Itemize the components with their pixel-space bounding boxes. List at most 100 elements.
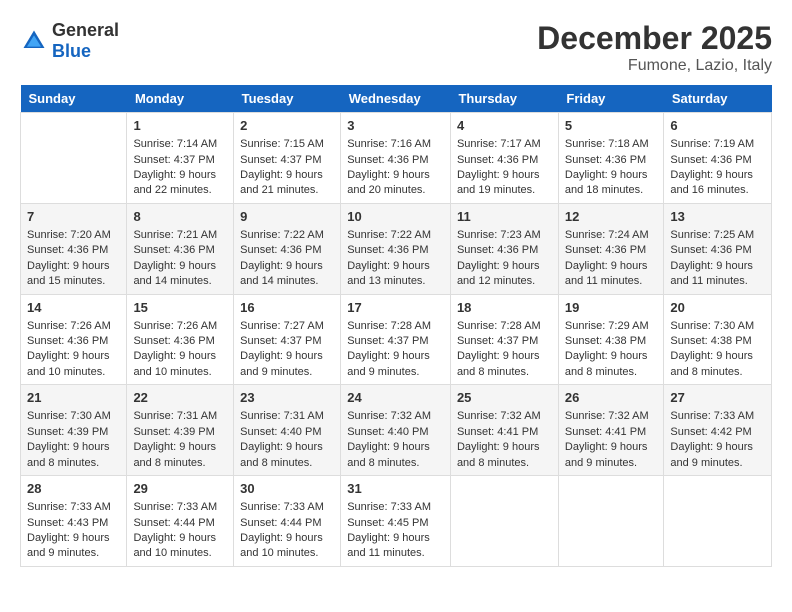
daylight: Daylight: 9 hours and 9 minutes. [240,350,323,377]
daylight: Daylight: 9 hours and 15 minutes. [27,260,110,287]
sunrise: Sunrise: 7:33 AM [240,501,324,513]
daylight: Daylight: 9 hours and 14 minutes. [240,260,323,287]
daylight: Daylight: 9 hours and 8 minutes. [133,441,216,468]
sunrise: Sunrise: 7:26 AM [133,320,217,332]
daylight: Daylight: 9 hours and 8 minutes. [670,350,753,377]
week-row-5: 28 Sunrise: 7:33 AM Sunset: 4:43 PM Dayl… [21,476,772,567]
calendar-cell: 15 Sunrise: 7:26 AM Sunset: 4:36 PM Dayl… [127,294,234,385]
sunrise: Sunrise: 7:17 AM [457,138,541,150]
daylight: Daylight: 9 hours and 10 minutes. [27,350,110,377]
sunset: Sunset: 4:37 PM [133,154,214,166]
sunrise: Sunrise: 7:33 AM [133,501,217,513]
calendar-cell [558,476,664,567]
calendar-cell: 19 Sunrise: 7:29 AM Sunset: 4:38 PM Dayl… [558,294,664,385]
sunset: Sunset: 4:37 PM [457,335,538,347]
daylight: Daylight: 9 hours and 19 minutes. [457,169,540,196]
calendar-cell: 4 Sunrise: 7:17 AM Sunset: 4:36 PM Dayli… [450,113,558,204]
col-saturday: Saturday [664,85,772,113]
day-number: 13 [670,208,765,226]
sunrise: Sunrise: 7:25 AM [670,229,754,241]
calendar-cell: 21 Sunrise: 7:30 AM Sunset: 4:39 PM Dayl… [21,385,127,476]
sunrise: Sunrise: 7:26 AM [27,320,111,332]
calendar-cell: 2 Sunrise: 7:15 AM Sunset: 4:37 PM Dayli… [234,113,341,204]
sunrise: Sunrise: 7:23 AM [457,229,541,241]
sunrise: Sunrise: 7:14 AM [133,138,217,150]
calendar-cell: 18 Sunrise: 7:28 AM Sunset: 4:37 PM Dayl… [450,294,558,385]
daylight: Daylight: 9 hours and 8 minutes. [240,441,323,468]
sunrise: Sunrise: 7:29 AM [565,320,649,332]
daylight: Daylight: 9 hours and 14 minutes. [133,260,216,287]
sunset: Sunset: 4:37 PM [347,335,428,347]
calendar-cell: 9 Sunrise: 7:22 AM Sunset: 4:36 PM Dayli… [234,203,341,294]
day-number: 2 [240,117,334,135]
sunset: Sunset: 4:36 PM [133,335,214,347]
day-number: 17 [347,299,444,317]
calendar-cell: 3 Sunrise: 7:16 AM Sunset: 4:36 PM Dayli… [341,113,451,204]
day-number: 22 [133,389,227,407]
sunset: Sunset: 4:39 PM [27,426,108,438]
daylight: Daylight: 9 hours and 8 minutes. [347,441,430,468]
week-row-2: 7 Sunrise: 7:20 AM Sunset: 4:36 PM Dayli… [21,203,772,294]
daylight: Daylight: 9 hours and 11 minutes. [565,260,648,287]
day-number: 31 [347,480,444,498]
col-wednesday: Wednesday [341,85,451,113]
day-number: 5 [565,117,658,135]
sunset: Sunset: 4:45 PM [347,517,428,529]
calendar-cell: 22 Sunrise: 7:31 AM Sunset: 4:39 PM Dayl… [127,385,234,476]
calendar-cell [21,113,127,204]
sunrise: Sunrise: 7:30 AM [27,410,111,422]
calendar-cell: 28 Sunrise: 7:33 AM Sunset: 4:43 PM Dayl… [21,476,127,567]
daylight: Daylight: 9 hours and 9 minutes. [27,532,110,559]
sunset: Sunset: 4:36 PM [240,244,321,256]
sunset: Sunset: 4:39 PM [133,426,214,438]
title-section: December 2025 Fumone, Lazio, Italy [537,20,772,75]
calendar-cell: 31 Sunrise: 7:33 AM Sunset: 4:45 PM Dayl… [341,476,451,567]
sunset: Sunset: 4:36 PM [670,154,751,166]
sunset: Sunset: 4:38 PM [565,335,646,347]
sunset: Sunset: 4:36 PM [457,244,538,256]
sunset: Sunset: 4:36 PM [565,244,646,256]
calendar-cell: 7 Sunrise: 7:20 AM Sunset: 4:36 PM Dayli… [21,203,127,294]
daylight: Daylight: 9 hours and 18 minutes. [565,169,648,196]
sunset: Sunset: 4:36 PM [27,244,108,256]
sunrise: Sunrise: 7:32 AM [347,410,431,422]
sunrise: Sunrise: 7:21 AM [133,229,217,241]
sunset: Sunset: 4:36 PM [27,335,108,347]
sunrise: Sunrise: 7:16 AM [347,138,431,150]
sunrise: Sunrise: 7:31 AM [133,410,217,422]
sunset: Sunset: 4:37 PM [240,335,321,347]
sunrise: Sunrise: 7:33 AM [347,501,431,513]
calendar-cell: 14 Sunrise: 7:26 AM Sunset: 4:36 PM Dayl… [21,294,127,385]
logo-general: General [52,20,119,40]
sunset: Sunset: 4:43 PM [27,517,108,529]
daylight: Daylight: 9 hours and 8 minutes. [565,350,648,377]
daylight: Daylight: 9 hours and 10 minutes. [133,350,216,377]
calendar-cell: 25 Sunrise: 7:32 AM Sunset: 4:41 PM Dayl… [450,385,558,476]
day-number: 16 [240,299,334,317]
sunrise: Sunrise: 7:27 AM [240,320,324,332]
day-number: 30 [240,480,334,498]
calendar-cell: 8 Sunrise: 7:21 AM Sunset: 4:36 PM Dayli… [127,203,234,294]
day-number: 20 [670,299,765,317]
daylight: Daylight: 9 hours and 10 minutes. [133,532,216,559]
daylight: Daylight: 9 hours and 9 minutes. [670,441,753,468]
sunset: Sunset: 4:38 PM [670,335,751,347]
day-number: 4 [457,117,552,135]
calendar-cell: 23 Sunrise: 7:31 AM Sunset: 4:40 PM Dayl… [234,385,341,476]
sunrise: Sunrise: 7:32 AM [457,410,541,422]
sunset: Sunset: 4:37 PM [240,154,321,166]
day-number: 9 [240,208,334,226]
header-row: Sunday Monday Tuesday Wednesday Thursday… [21,85,772,113]
calendar-cell: 29 Sunrise: 7:33 AM Sunset: 4:44 PM Dayl… [127,476,234,567]
day-number: 8 [133,208,227,226]
logo-blue: Blue [52,41,91,61]
sunrise: Sunrise: 7:28 AM [457,320,541,332]
sunset: Sunset: 4:44 PM [133,517,214,529]
week-row-3: 14 Sunrise: 7:26 AM Sunset: 4:36 PM Dayl… [21,294,772,385]
sunrise: Sunrise: 7:20 AM [27,229,111,241]
week-row-1: 1 Sunrise: 7:14 AM Sunset: 4:37 PM Dayli… [21,113,772,204]
day-number: 11 [457,208,552,226]
calendar-cell: 13 Sunrise: 7:25 AM Sunset: 4:36 PM Dayl… [664,203,772,294]
calendar-cell: 16 Sunrise: 7:27 AM Sunset: 4:37 PM Dayl… [234,294,341,385]
daylight: Daylight: 9 hours and 8 minutes. [457,441,540,468]
